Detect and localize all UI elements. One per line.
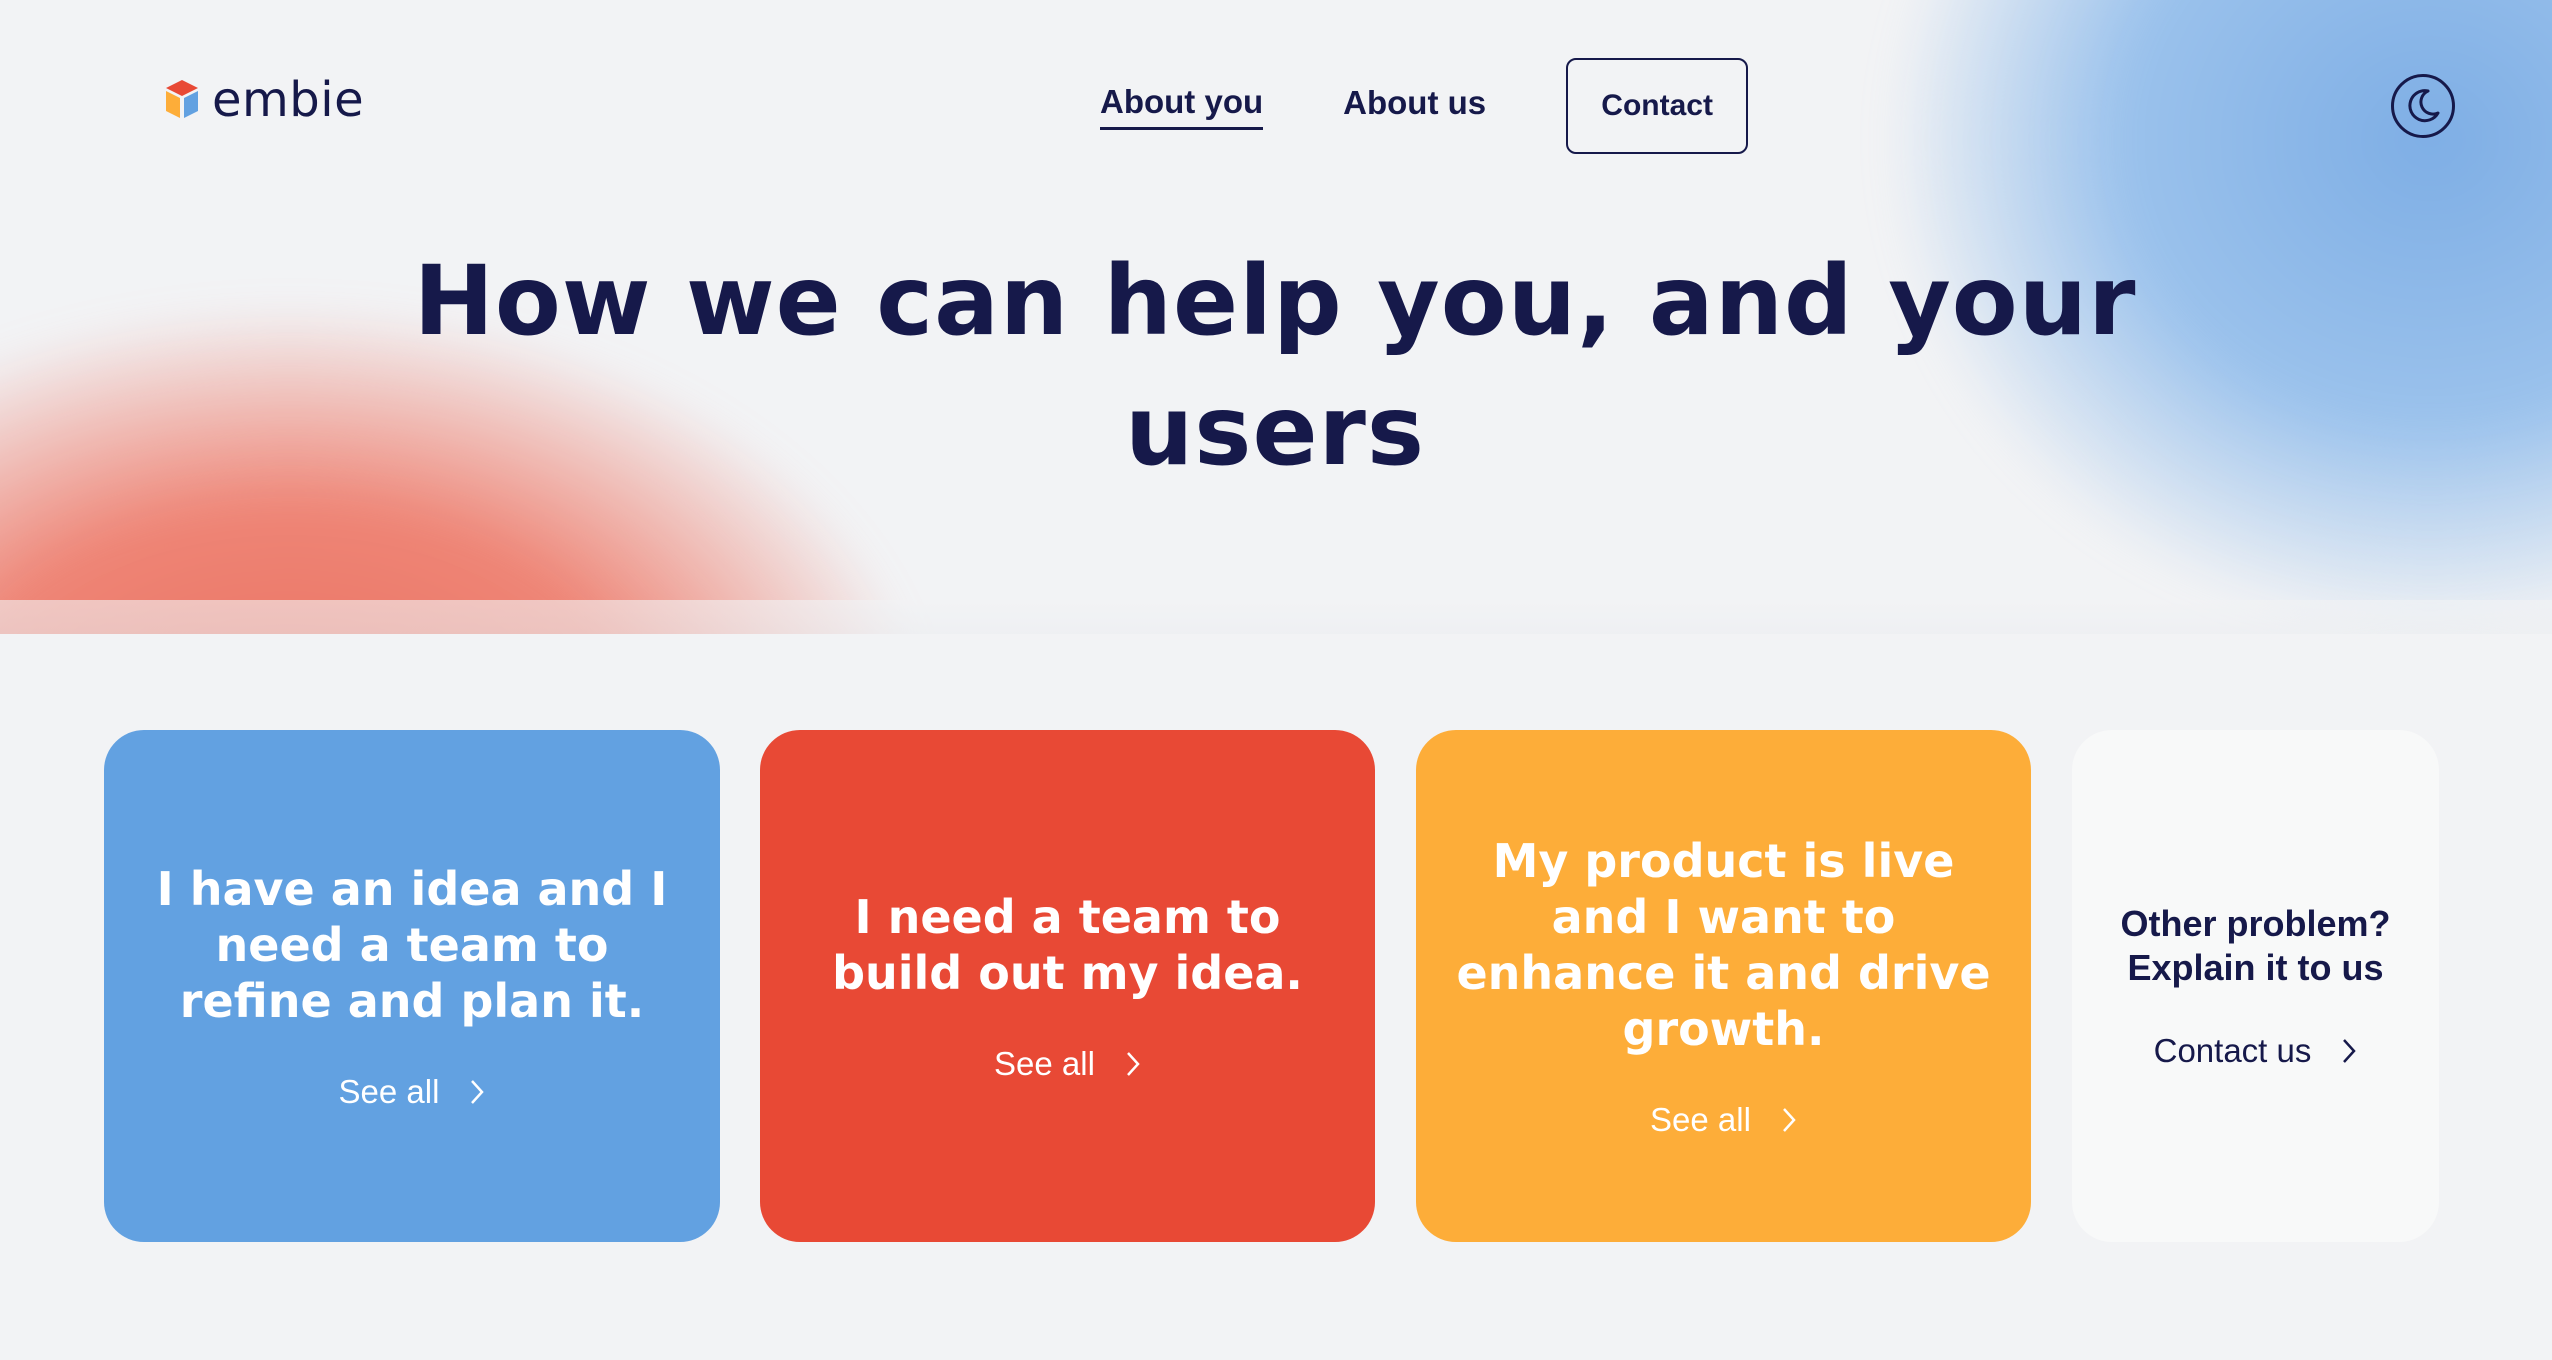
nav-about-you[interactable]: About you (1100, 83, 1264, 130)
moon-icon (2408, 89, 2440, 123)
card-text: I need a team to build out my idea. (832, 890, 1303, 1000)
see-all-label: See all (1650, 1101, 1751, 1138)
card-text: My product is live and I want to enhance… (1456, 834, 1991, 1056)
hero-title: How we can help you, and your users (413, 245, 2137, 487)
contact-us-link[interactable]: Contact us (2154, 1032, 2358, 1070)
contact-button[interactable]: Contact (1566, 58, 1749, 154)
card-other-problem[interactable]: Other problem? Explain it to us Contact … (2072, 730, 2439, 1242)
card-build-idea[interactable]: I need a team to build out my idea. See … (760, 730, 1375, 1242)
main-nav: About you About us Contact (1100, 58, 1749, 154)
chevron-right-icon (2343, 1039, 2357, 1063)
logo-link[interactable]: embie (162, 76, 364, 124)
see-all-label: See all (338, 1073, 440, 1110)
page: embie About you About us Contact How we … (0, 0, 2552, 1360)
see-all-link[interactable]: See all (994, 1045, 1141, 1083)
card-text: Other problem? Explain it to us (2120, 903, 2391, 988)
brand-name: embie (212, 72, 365, 128)
see-all-link[interactable]: See all (1650, 1101, 1797, 1139)
chevron-right-icon (1783, 1108, 1796, 1132)
hero-bottom-fade (0, 600, 2552, 634)
logo-cube-icon (166, 80, 198, 118)
nav-about-us[interactable]: About us (1343, 84, 1486, 128)
hero-section: embie About you About us Contact How we … (0, 0, 2552, 634)
card-product-growth[interactable]: My product is live and I want to enhance… (1416, 730, 2031, 1242)
card-idea-refine[interactable]: I have an idea and I need a team to refi… (104, 730, 720, 1242)
contact-us-label: Contact us (2153, 1032, 2312, 1069)
chevron-right-icon (471, 1080, 485, 1104)
see-all-label: See all (994, 1045, 1095, 1082)
chevron-right-icon (1127, 1052, 1140, 1076)
card-text: I have an idea and I need a team to refi… (156, 862, 668, 1028)
see-all-link[interactable]: See all (339, 1073, 486, 1111)
theme-toggle-button[interactable] (2391, 74, 2455, 138)
